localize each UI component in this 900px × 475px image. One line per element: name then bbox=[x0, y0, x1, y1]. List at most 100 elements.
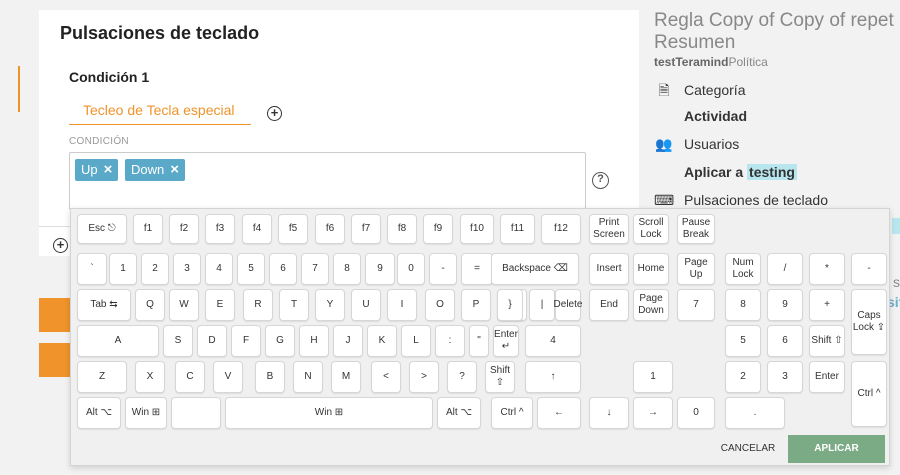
key[interactable]: 3 bbox=[173, 253, 201, 285]
key[interactable]: 0 bbox=[397, 253, 425, 285]
key[interactable] bbox=[171, 397, 221, 429]
key[interactable]: | bbox=[529, 289, 555, 321]
key[interactable]: C bbox=[175, 361, 205, 393]
key[interactable]: f5 bbox=[278, 214, 308, 244]
orange-button[interactable] bbox=[39, 343, 71, 377]
key[interactable]: 5 bbox=[725, 325, 761, 357]
key[interactable]: = bbox=[461, 253, 493, 285]
key[interactable]: I bbox=[387, 289, 417, 321]
key[interactable]: Page Down bbox=[633, 289, 669, 321]
key[interactable]: } bbox=[497, 289, 523, 321]
key[interactable]: R bbox=[243, 289, 273, 321]
key[interactable]: - bbox=[429, 253, 457, 285]
key[interactable]: → bbox=[633, 397, 673, 429]
key[interactable]: A bbox=[77, 325, 159, 357]
key[interactable]: Caps Lock ⇪ bbox=[851, 289, 887, 355]
key[interactable]: f4 bbox=[242, 214, 272, 244]
key[interactable]: . bbox=[725, 397, 785, 429]
key[interactable]: 6 bbox=[767, 325, 803, 357]
key[interactable]: 7 bbox=[677, 289, 715, 321]
key[interactable]: " bbox=[469, 325, 489, 357]
key[interactable]: B bbox=[255, 361, 285, 393]
key[interactable]: - bbox=[851, 253, 887, 285]
key[interactable]: / bbox=[767, 253, 803, 285]
key[interactable]: Win ⊞ bbox=[225, 397, 433, 429]
key[interactable]: T bbox=[279, 289, 309, 321]
key[interactable]: D bbox=[197, 325, 227, 357]
key[interactable]: Print Screen bbox=[589, 214, 629, 244]
key[interactable]: L bbox=[401, 325, 431, 357]
key[interactable]: V bbox=[213, 361, 243, 393]
key[interactable]: End bbox=[589, 289, 629, 321]
key[interactable]: f9 bbox=[423, 214, 453, 244]
key[interactable]: 8 bbox=[333, 253, 361, 285]
key[interactable]: Y bbox=[315, 289, 345, 321]
key[interactable]: 4 bbox=[205, 253, 233, 285]
key[interactable]: Shift ⇧ bbox=[485, 361, 515, 393]
key[interactable]: f7 bbox=[351, 214, 381, 244]
add-rule-icon[interactable]: + bbox=[53, 238, 68, 253]
key[interactable]: Enter ↵ bbox=[493, 325, 519, 357]
key[interactable]: f2 bbox=[169, 214, 199, 244]
key[interactable]: 1 bbox=[633, 361, 673, 393]
key[interactable]: G bbox=[265, 325, 295, 357]
key[interactable]: K bbox=[367, 325, 397, 357]
key[interactable]: f1 bbox=[133, 214, 163, 244]
key[interactable]: 0 bbox=[677, 397, 715, 429]
key[interactable]: * bbox=[809, 253, 845, 285]
key[interactable]: Insert bbox=[589, 253, 629, 285]
remove-tag-icon[interactable]: × bbox=[170, 161, 179, 178]
key[interactable]: 5 bbox=[237, 253, 265, 285]
key[interactable]: O bbox=[425, 289, 455, 321]
key[interactable]: 6 bbox=[269, 253, 297, 285]
key[interactable]: 9 bbox=[365, 253, 395, 285]
cancel-button[interactable]: CANCELAR bbox=[713, 435, 783, 463]
key[interactable]: Win ⊞ bbox=[125, 397, 167, 429]
apply-button[interactable]: APLICAR bbox=[788, 435, 885, 463]
key[interactable]: Home bbox=[633, 253, 669, 285]
add-condition-icon[interactable]: + bbox=[267, 106, 282, 121]
key[interactable]: f3 bbox=[205, 214, 235, 244]
key[interactable]: : bbox=[435, 325, 465, 357]
key[interactable]: f6 bbox=[315, 214, 345, 244]
key[interactable]: Shift ⇧ bbox=[809, 325, 845, 357]
key[interactable]: f10 bbox=[460, 214, 494, 244]
key[interactable]: M bbox=[331, 361, 361, 393]
remove-tag-icon[interactable]: × bbox=[104, 161, 113, 178]
key[interactable]: 2 bbox=[725, 361, 761, 393]
key[interactable]: 3 bbox=[767, 361, 803, 393]
key[interactable]: P bbox=[461, 289, 491, 321]
key[interactable]: Alt ⌥ bbox=[437, 397, 481, 429]
key[interactable]: Pause Break bbox=[677, 214, 715, 244]
key[interactable]: Page Up bbox=[677, 253, 715, 285]
key[interactable]: H bbox=[299, 325, 329, 357]
key[interactable]: + bbox=[809, 289, 845, 321]
key[interactable]: ? bbox=[447, 361, 477, 393]
key[interactable]: f11 bbox=[500, 214, 535, 244]
key[interactable]: 7 bbox=[301, 253, 329, 285]
key[interactable]: f8 bbox=[387, 214, 417, 244]
key[interactable]: ↑ bbox=[525, 361, 581, 393]
key[interactable]: X bbox=[135, 361, 165, 393]
key[interactable]: Backspace ⌫ bbox=[491, 253, 579, 285]
condition-tags-input[interactable]: Up × Down × bbox=[69, 152, 586, 210]
key[interactable]: F bbox=[231, 325, 261, 357]
key[interactable]: Tab ⇆ bbox=[77, 289, 131, 321]
key[interactable]: ` bbox=[77, 253, 107, 285]
key[interactable]: ↓ bbox=[589, 397, 629, 429]
key[interactable]: Scroll Lock bbox=[633, 214, 669, 244]
key[interactable]: Q bbox=[135, 289, 165, 321]
key[interactable]: 9 bbox=[767, 289, 803, 321]
key[interactable]: E bbox=[205, 289, 235, 321]
orange-button[interactable] bbox=[39, 298, 71, 332]
key[interactable]: 4 bbox=[525, 325, 581, 357]
condition-type-select[interactable]: Tecleo de Tecla especial bbox=[69, 99, 251, 125]
key[interactable]: 2 bbox=[141, 253, 169, 285]
key[interactable]: Esc ⎋ bbox=[77, 214, 127, 244]
key[interactable]: U bbox=[351, 289, 381, 321]
key[interactable]: f12 bbox=[541, 214, 581, 244]
key[interactable]: Ctrl ^ bbox=[851, 361, 887, 427]
key[interactable]: Z bbox=[77, 361, 127, 393]
key[interactable]: 8 bbox=[725, 289, 761, 321]
key[interactable]: N bbox=[293, 361, 323, 393]
